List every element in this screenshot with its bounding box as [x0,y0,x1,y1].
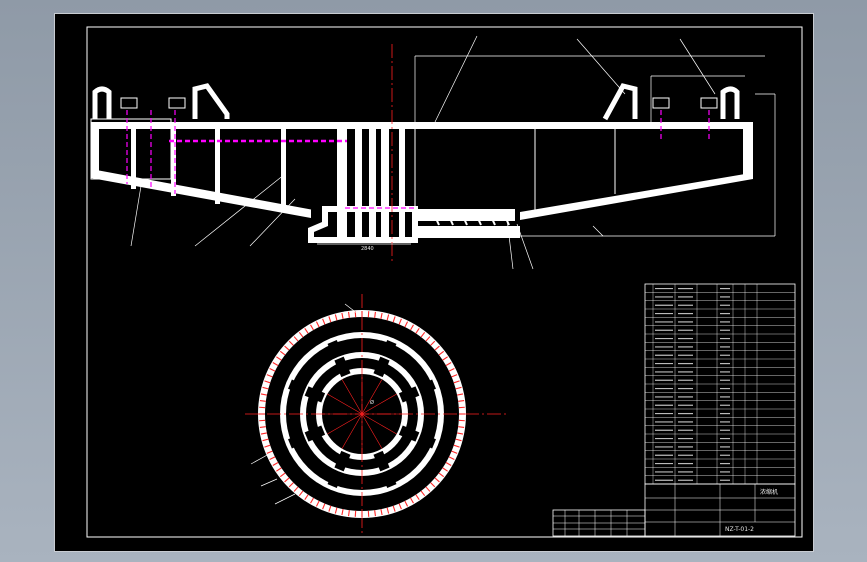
elevation-dimension-label: 2840 [361,246,374,252]
elevation-view [90,35,776,270]
title-block-code: NZ-T-01-2 [725,526,754,533]
drawing-sheet: 2840 Ø 浓缩机 NZ-T-01-2 [54,13,814,552]
gear-tooth [458,400,465,402]
title-block-name: 浓缩机 [760,488,778,496]
parts-list-table [644,283,796,485]
gear-tooth [458,426,465,428]
gear-tooth [374,510,376,517]
gear-tooth [374,311,376,318]
gear-tooth [348,510,350,517]
cad-drawing: 2840 Ø 浓缩机 NZ-T-01-2 [86,26,803,538]
gear-tooth [259,426,266,428]
gear-tooth [348,311,350,318]
gear-tooth [259,400,266,402]
plan-ring-label: Ø [370,399,374,406]
title-block: 浓缩机 NZ-T-01-2 [552,483,796,537]
plan-view: Ø [245,294,507,534]
